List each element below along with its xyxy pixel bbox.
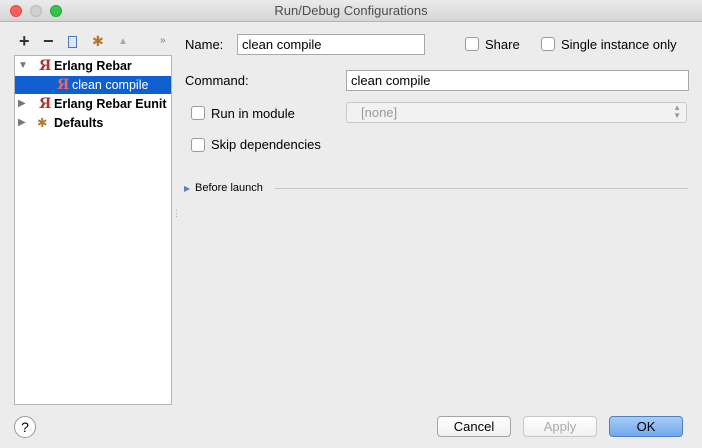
- help-button[interactable]: ?: [14, 416, 36, 438]
- expanded-arrow-icon[interactable]: ▼: [18, 57, 28, 75]
- before-launch-toggle[interactable]: Before launch: [195, 182, 263, 194]
- updown-icon: ▲ ▼: [673, 103, 681, 120]
- share-checkbox[interactable]: [465, 37, 479, 51]
- wrench-icon[interactable]: ✱: [92, 33, 104, 50]
- tree-item-clean-compile[interactable]: Я clean compile: [15, 76, 171, 94]
- skip-dependencies-checkbox[interactable]: [191, 138, 205, 152]
- divider: [275, 188, 688, 189]
- move-up-icon[interactable]: ▲: [118, 36, 128, 47]
- add-icon[interactable]: +: [19, 31, 30, 52]
- wrench-icon: ✱: [37, 116, 48, 130]
- title-bar: Run/Debug Configurations: [0, 0, 702, 22]
- share-label: Share: [485, 37, 520, 52]
- window-title: Run/Debug Configurations: [274, 3, 428, 18]
- tree-item-erlang-rebar-eunit[interactable]: ▶ Я Erlang Rebar Eunit: [15, 95, 171, 113]
- minimize-window-button[interactable]: [30, 5, 42, 17]
- more-icon[interactable]: »: [160, 35, 166, 46]
- cancel-button[interactable]: Cancel: [437, 416, 511, 437]
- ok-button[interactable]: OK: [609, 416, 683, 437]
- skip-dependencies-label: Skip dependencies: [211, 137, 321, 152]
- name-label: Name:: [185, 37, 224, 52]
- config-tree[interactable]: ▼ Я Erlang Rebar Я clean compile ▶ Я Erl…: [14, 55, 172, 405]
- module-value: [none]: [361, 105, 398, 120]
- run-in-module-checkbox[interactable]: [191, 106, 205, 120]
- single-instance-label: Single instance only: [561, 37, 677, 52]
- name-input[interactable]: clean compile: [237, 34, 425, 55]
- collapsed-arrow-icon[interactable]: ▶: [18, 114, 26, 132]
- rebar-icon: Я: [57, 77, 70, 93]
- remove-icon[interactable]: −: [43, 31, 54, 52]
- rebar-eunit-icon: Я: [39, 96, 52, 112]
- collapsed-arrow-icon[interactable]: ▶: [184, 184, 190, 193]
- rebar-icon: Я: [39, 58, 52, 74]
- collapsed-arrow-icon[interactable]: ▶: [18, 95, 26, 113]
- splitter-handle[interactable]: ⋮: [172, 208, 181, 219]
- tree-item-defaults[interactable]: ▶ ✱ Defaults: [15, 114, 171, 132]
- close-window-button[interactable]: [10, 5, 22, 17]
- command-label: Command:: [185, 73, 249, 88]
- command-input[interactable]: clean compile: [346, 70, 689, 91]
- zoom-window-button[interactable]: [50, 5, 62, 17]
- run-in-module-label: Run in module: [211, 106, 295, 121]
- apply-button[interactable]: Apply: [523, 416, 597, 437]
- single-instance-checkbox[interactable]: [541, 37, 555, 51]
- copy-icon[interactable]: [68, 36, 77, 48]
- module-select: [none] ▲ ▼: [346, 102, 687, 123]
- tree-item-erlang-rebar[interactable]: ▼ Я Erlang Rebar: [15, 57, 171, 75]
